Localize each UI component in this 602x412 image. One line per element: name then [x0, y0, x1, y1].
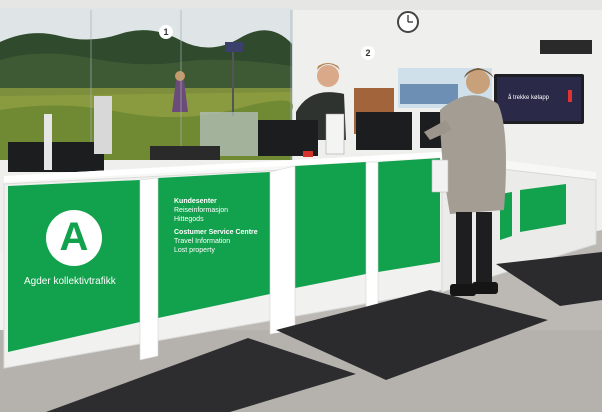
- wall-speaker: [540, 40, 592, 54]
- green-panel-6: [520, 184, 566, 232]
- green-panel-3: [295, 162, 366, 288]
- marker-2: 2: [361, 46, 375, 60]
- info-heading-no: Kundesenter: [174, 198, 217, 205]
- info-line-no-1: Reiseinformasjon: [174, 207, 229, 214]
- tv-screen-text: å trekke kølapp: [508, 95, 550, 101]
- sign-post: [232, 46, 234, 116]
- green-panel-4: [378, 158, 440, 272]
- logo-letter: A: [59, 215, 89, 259]
- green-panel-info: [158, 172, 270, 318]
- info-line-no-2: Hittegods: [174, 216, 204, 223]
- marker-1: 1: [159, 25, 173, 39]
- service-centre-scene: [0, 0, 602, 412]
- info-line-en-2: Lost property: [174, 247, 215, 254]
- info-heading-en: Costumer Service Centre: [174, 229, 258, 236]
- sign-plate: [225, 42, 243, 52]
- logo-name: Agder kollektivtrafikk: [24, 276, 116, 287]
- info-line-en-1: Travel Information: [174, 238, 231, 245]
